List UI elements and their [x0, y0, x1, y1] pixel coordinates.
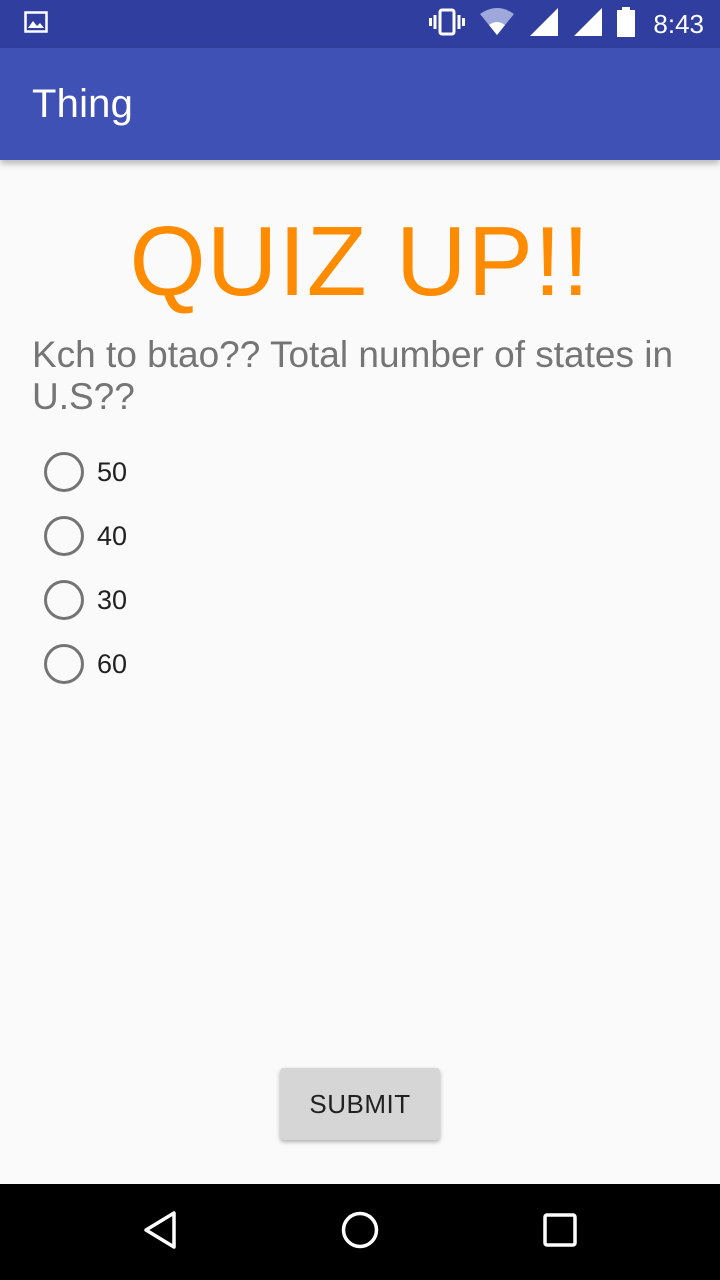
radio-button-icon[interactable] [44, 516, 84, 556]
battery-icon [617, 6, 636, 42]
image-notification-icon [24, 10, 48, 38]
navigation-bar [0, 1184, 720, 1280]
signal-icon [573, 7, 603, 42]
radio-button-icon[interactable] [44, 644, 84, 684]
vibrate-icon [429, 8, 466, 41]
home-icon [340, 1210, 380, 1255]
wifi-icon [479, 7, 515, 41]
option-label: 50 [97, 456, 128, 487]
option-label: 30 [97, 584, 128, 615]
recents-icon [542, 1212, 578, 1253]
option-30[interactable]: 30 [44, 568, 127, 632]
status-bar: 8:43 [0, 0, 720, 48]
back-button[interactable] [100, 1184, 220, 1280]
radio-button-icon[interactable] [44, 452, 84, 492]
home-button[interactable] [300, 1184, 420, 1280]
quiz-content: QUIZ UP!! Kch to btao?? Total number of … [0, 160, 720, 1184]
option-60[interactable]: 60 [44, 632, 127, 696]
answer-options: 50 40 30 60 [44, 440, 127, 696]
signal-icon [529, 7, 559, 42]
back-icon [142, 1210, 178, 1255]
option-label: 40 [97, 520, 128, 551]
question-text: Kch to btao?? Total number of states in … [32, 334, 674, 417]
option-50[interactable]: 50 [44, 440, 127, 504]
radio-button-icon[interactable] [44, 580, 84, 620]
app-title: Thing [32, 81, 134, 126]
status-time: 8:43 [653, 8, 704, 39]
quiz-heading: QUIZ UP!! [129, 206, 591, 316]
option-40[interactable]: 40 [44, 504, 127, 568]
recents-button[interactable] [500, 1184, 620, 1280]
option-label: 60 [97, 648, 128, 679]
app-bar: Thing [0, 48, 720, 160]
submit-button[interactable]: SUBMIT [280, 1068, 440, 1140]
